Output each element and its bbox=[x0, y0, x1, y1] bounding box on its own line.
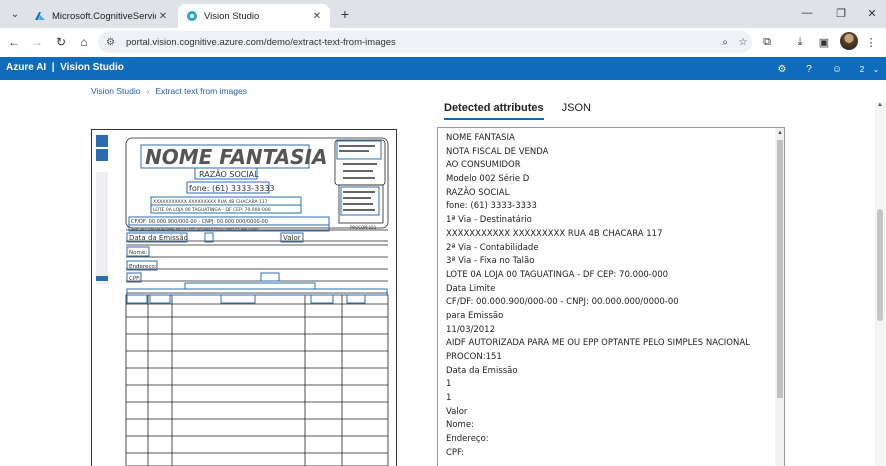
extensions-icon[interactable]: ⧉ bbox=[758, 33, 776, 51]
close-tab-icon[interactable]: ✕ bbox=[156, 9, 170, 23]
detected-line[interactable]: 11/03/2012 bbox=[446, 324, 766, 338]
product-label: Vision Studio bbox=[60, 62, 124, 73]
close-tab-icon[interactable]: ✕ bbox=[310, 9, 324, 23]
scanned-invoice: NOME FANTASIA RAZÃO SOCIAL fone: (61) 33… bbox=[125, 137, 389, 466]
detected-attributes-panel: NOME FANTASIA NOTA FISCAL DE VENDA AO CONS… bbox=[437, 127, 785, 466]
url-text[interactable]: portal.vision.cognitive.azure.com/demo/e… bbox=[126, 37, 716, 48]
detected-line[interactable]: CPF: bbox=[446, 447, 766, 461]
tab-json[interactable]: JSON bbox=[562, 102, 591, 120]
doc-value-label: Valor bbox=[283, 234, 301, 242]
zoom-slider-handle[interactable] bbox=[96, 276, 108, 281]
detected-line[interactable]: 1ª Via - Destinatário bbox=[446, 214, 766, 228]
breadcrumb-extract-text[interactable]: Extract text from images bbox=[155, 86, 247, 96]
window-close-icon[interactable]: ✕ bbox=[862, 4, 882, 22]
detected-line[interactable]: 1 bbox=[446, 392, 766, 406]
detected-line[interactable]: CF/DF: 00.000.900/000-00 - CNPJ: 00.000.… bbox=[446, 296, 766, 310]
doc-name-label: Nome: bbox=[129, 250, 147, 256]
detected-line[interactable]: Data da Emissão bbox=[446, 365, 766, 379]
doc-phone: fone: (61) 3333-3333 bbox=[189, 184, 275, 193]
restore-icon[interactable]: ❐ bbox=[831, 4, 851, 22]
browser-tab-vision-studio[interactable]: Vision Studio ✕ bbox=[178, 4, 330, 28]
feedback-smiley-icon[interactable]: ☺ bbox=[829, 61, 845, 77]
browser-tab-cognitive-services[interactable]: Microsoft.CognitiveServicesAll ✕ bbox=[26, 4, 176, 28]
doc-company: RAZÃO SOCIAL bbox=[199, 169, 259, 179]
page-scrollbar-thumb[interactable] bbox=[877, 209, 883, 321]
reload-icon[interactable]: ↻ bbox=[52, 33, 70, 51]
browser-menu-icon[interactable]: ⋮ bbox=[862, 33, 880, 51]
bookmark-star-icon[interactable]: ☆ bbox=[734, 37, 752, 48]
azure-favicon-icon bbox=[35, 12, 45, 20]
detected-line[interactable]: 2ª Via - Contabilidade bbox=[446, 242, 766, 256]
page-scroll-up-icon[interactable]: ▲ bbox=[877, 102, 883, 108]
detected-line[interactable]: 3ª Via - Fixa no Talão bbox=[446, 255, 766, 269]
minimize-icon[interactable]: — bbox=[797, 4, 817, 22]
tab-title: Microsoft.CognitiveServicesAll bbox=[52, 10, 156, 22]
doc-cnpj: CF/DF: 00.000.900/000-00 - CNPJ: 00.000.… bbox=[131, 219, 268, 225]
detected-line[interactable]: AIDF AUTORIZADA PARA ME OU EPP OPTANTE P… bbox=[446, 337, 766, 351]
forward-arrow-icon[interactable]: → bbox=[28, 33, 46, 51]
doc-date-label: Data da Emissão bbox=[129, 234, 188, 242]
detected-line[interactable]: PROCON:151 bbox=[446, 351, 766, 365]
brand-label: Azure AI bbox=[6, 62, 47, 73]
site-info-icon[interactable]: ⚙ bbox=[106, 37, 120, 48]
results-scrollbar-thumb[interactable] bbox=[777, 140, 783, 398]
tab-search-chevron-icon[interactable]: ⌄ bbox=[6, 5, 24, 23]
doc-address-label: Endereço: bbox=[129, 264, 157, 270]
side-panel-icon[interactable]: ▣ bbox=[815, 33, 833, 51]
detected-line[interactable]: Valor bbox=[446, 406, 766, 420]
thumbnail-strip bbox=[96, 135, 110, 163]
results-scrollbar[interactable]: ▲ bbox=[775, 128, 784, 466]
doc-address2: LOTE 0A LOJA 00 TAGUATINGA - DF CEP: 70.… bbox=[153, 207, 271, 213]
detected-line[interactable]: RAZÃO SOCIAL bbox=[446, 187, 766, 201]
browser-toolbar: ← → ↻ ⌂ ⚙ portal.vision.cognitive.azure.… bbox=[0, 28, 886, 56]
doc-procon: PROCON:151 bbox=[350, 225, 377, 230]
detected-line[interactable]: XXXXXXXXXXX XXXXXXXXX RUA 4B CHACARA 117 bbox=[446, 228, 766, 242]
detected-line[interactable]: NOTA FISCAL DE VENDA bbox=[446, 146, 766, 160]
image-zoom-slider[interactable] bbox=[96, 172, 108, 284]
zoom-out-button[interactable] bbox=[96, 149, 108, 161]
result-tabs: Detected attributes JSON bbox=[444, 102, 591, 120]
help-icon[interactable]: ? bbox=[801, 61, 817, 77]
detected-lines-list: NOME FANTASIA NOTA FISCAL DE VENDA AO CONS… bbox=[446, 132, 766, 461]
detected-line[interactable]: Endereço: bbox=[446, 433, 766, 447]
zoom-icon[interactable]: ⌕ bbox=[716, 37, 734, 48]
account-chevron-icon[interactable]: ⌄ bbox=[868, 61, 884, 77]
doc-title: NOME FANTASIA bbox=[145, 145, 327, 169]
detected-line[interactable]: Nome: bbox=[446, 419, 766, 433]
settings-gear-icon[interactable]: ⚙ bbox=[774, 61, 790, 77]
zoom-in-button[interactable] bbox=[96, 135, 108, 147]
page-scrollbar[interactable]: ▲ bbox=[875, 102, 885, 466]
doc-aidf: AIDF AUTORIZADA PARA ME OU EPP OPTANTE P… bbox=[131, 227, 259, 231]
browser-tab-strip: ⌄ Microsoft.CognitiveServicesAll ✕ Visio… bbox=[0, 0, 886, 28]
detected-line[interactable]: LOTE 0A LOJA 00 TAGUATINGA - DF CEP: 70.… bbox=[446, 269, 766, 283]
doc-address: XXXXXXXXXXX XXXXXXXXX RUA 4B CHACARA 117 bbox=[153, 199, 268, 205]
new-tab-button[interactable]: + bbox=[336, 5, 354, 23]
detected-line[interactable]: 1 bbox=[446, 378, 766, 392]
detected-line[interactable]: Data Limite bbox=[446, 283, 766, 297]
tab-title: Vision Studio bbox=[204, 10, 260, 22]
detected-line[interactable]: fone: (61) 3333-3333 bbox=[446, 200, 766, 214]
breadcrumb-separator-icon: › bbox=[146, 86, 150, 96]
detected-line[interactable]: para Emissão bbox=[446, 310, 766, 324]
profile-avatar[interactable] bbox=[840, 32, 858, 50]
detected-line[interactable]: Modelo 002 Série D bbox=[446, 173, 766, 187]
tab-detected-attributes[interactable]: Detected attributes bbox=[444, 102, 544, 120]
breadcrumb: Vision Studio › Extract text from images bbox=[91, 86, 247, 96]
download-icon[interactable]: ⤓ bbox=[791, 33, 809, 51]
scroll-up-icon[interactable]: ▲ bbox=[777, 130, 783, 136]
home-icon[interactable]: ⌂ bbox=[75, 33, 93, 51]
doc-cpf-label: CPF: bbox=[129, 276, 141, 282]
back-arrow-icon[interactable]: ← bbox=[5, 33, 23, 51]
breadcrumb-vision-studio[interactable]: Vision Studio bbox=[91, 86, 140, 96]
vision-studio-favicon-icon bbox=[187, 11, 197, 21]
app-header: Azure AI | Vision Studio ⚙ ? ☺ 2 ⌄ bbox=[0, 57, 886, 80]
detected-line[interactable]: AO CONSUMIDOR bbox=[446, 159, 766, 173]
address-bar[interactable]: ⚙ portal.vision.cognitive.azure.com/demo… bbox=[98, 31, 752, 53]
detected-line[interactable]: NOME FANTASIA bbox=[446, 132, 766, 146]
app-brand[interactable]: Azure AI | Vision Studio bbox=[6, 62, 124, 73]
